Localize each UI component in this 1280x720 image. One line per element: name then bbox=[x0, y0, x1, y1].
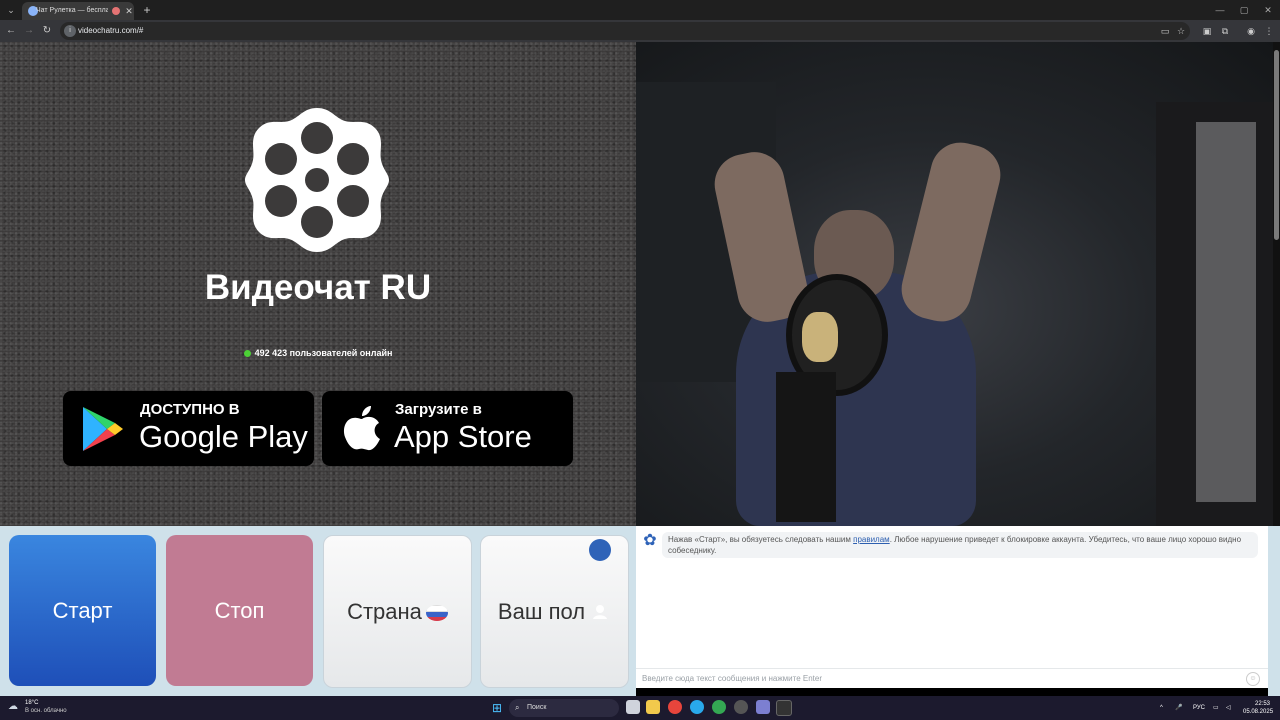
back-icon[interactable]: ← bbox=[4, 24, 18, 38]
minimize-icon[interactable]: — bbox=[1210, 3, 1230, 17]
online-status-icon bbox=[243, 350, 251, 357]
tab-close-icon[interactable]: ✕ bbox=[124, 5, 134, 17]
site-info-icon[interactable]: i bbox=[64, 25, 76, 37]
telegram-icon[interactable] bbox=[690, 700, 704, 714]
profile-icon[interactable]: ◉ bbox=[1244, 24, 1258, 38]
browser-toolbar: ← → ↻ i videochatru.com/# ▭ ☆ ▣ ⧉ ◉ ⋮ bbox=[0, 20, 1280, 42]
new-tab-icon[interactable]: + bbox=[140, 3, 154, 17]
rules-link[interactable]: правилам bbox=[853, 535, 890, 544]
weather-cloud-icon[interactable]: ☁ bbox=[8, 701, 20, 713]
google-play-small-text: ДОСТУПНО В bbox=[140, 401, 240, 418]
emoji-icon[interactable]: ☺ bbox=[1246, 672, 1260, 686]
chat-input[interactable]: Введите сюда текст сообщения и нажмите E… bbox=[636, 668, 1268, 688]
bookmark-star-icon[interactable]: ☆ bbox=[1174, 24, 1188, 38]
terminal-icon[interactable] bbox=[776, 700, 792, 716]
extensions-icon[interactable]: ⧉ bbox=[1218, 24, 1232, 38]
video-mic-stand bbox=[776, 372, 836, 522]
apple-icon bbox=[343, 406, 380, 451]
close-window-icon[interactable]: ✕ bbox=[1258, 3, 1278, 17]
obs-icon[interactable] bbox=[734, 700, 748, 714]
page-scrollbar[interactable] bbox=[1273, 42, 1280, 526]
google-play-icon bbox=[83, 407, 123, 451]
gender-button[interactable]: Ваш пол bbox=[480, 535, 629, 688]
os-taskbar: ☁ 18°C В осн. облачно ⊞ ⌕ Поиск ^ 🎤 РУС … bbox=[0, 696, 1280, 720]
video-person-arm-right bbox=[895, 136, 1007, 328]
taskbar-search-label: Поиск bbox=[527, 704, 547, 711]
menu-icon[interactable]: ⋮ bbox=[1262, 24, 1276, 38]
chrome-icon[interactable] bbox=[668, 700, 682, 714]
windows-start-icon[interactable]: ⊞ bbox=[490, 701, 504, 715]
chat-gutter bbox=[1268, 526, 1280, 696]
maximize-icon[interactable]: ▢ bbox=[1234, 3, 1254, 17]
google-play-button[interactable]: ДОСТУПНО В Google Play bbox=[63, 391, 314, 466]
tab-bar: ⌄ Чат Рулетка — бесплатный ✕ + — ▢ ✕ bbox=[0, 0, 1280, 20]
url-text: videochatru.com/# bbox=[78, 26, 144, 35]
weather-desc: В осн. облачно bbox=[25, 708, 67, 714]
app-icon[interactable] bbox=[756, 700, 770, 714]
keyboard-language[interactable]: РУС bbox=[1193, 704, 1205, 712]
app-store-button[interactable]: Загрузите в App Store bbox=[322, 391, 573, 466]
tab-groups-icon[interactable]: ▣ bbox=[1200, 24, 1214, 38]
clock-time[interactable]: 22:53 bbox=[1255, 700, 1270, 708]
stop-button[interactable]: Стоп bbox=[166, 535, 313, 686]
clock-date[interactable]: 05.08.2025 bbox=[1243, 708, 1273, 716]
tab-search-icon[interactable]: ⌄ bbox=[4, 3, 18, 17]
microphone-icon[interactable]: 🎤 bbox=[1175, 704, 1182, 712]
system-message: Нажав «Старт», вы обязуетесь следовать н… bbox=[662, 532, 1258, 558]
brand-title: Видеочат RU bbox=[204, 268, 432, 307]
chat-panel: ✿ Нажав «Старт», вы обязуетесь следовать… bbox=[636, 526, 1268, 688]
revolver-logo-icon bbox=[245, 108, 389, 252]
tray-chevron-icon[interactable]: ^ bbox=[1160, 704, 1163, 712]
app-store-small-text: Загрузите в bbox=[395, 401, 482, 418]
system-message-icon: ✿ bbox=[643, 532, 657, 549]
file-explorer-icon[interactable] bbox=[646, 700, 660, 714]
forward-icon[interactable]: → bbox=[22, 24, 36, 38]
app-store-big-text: App Store bbox=[394, 419, 532, 454]
taskbar-search[interactable]: ⌕ Поиск bbox=[509, 699, 619, 717]
tab-active[interactable]: Чат Рулетка — бесплатный ✕ bbox=[22, 2, 134, 20]
promo-pane: Видеочат RU 492 423 пользователей онлайн… bbox=[0, 42, 636, 526]
online-count: 492 423 пользователей онлайн bbox=[200, 346, 436, 360]
task-view-icon[interactable] bbox=[626, 700, 640, 714]
weather-temp: 18°C bbox=[25, 700, 39, 706]
start-button[interactable]: Старт bbox=[9, 535, 156, 686]
chrome-profile-icon[interactable] bbox=[712, 700, 726, 714]
search-icon: ⌕ bbox=[515, 703, 520, 712]
scrollbar-thumb[interactable] bbox=[1274, 50, 1279, 240]
volume-icon[interactable]: ◁ bbox=[1226, 704, 1231, 712]
reload-icon[interactable]: ↻ bbox=[40, 24, 54, 38]
country-label: Страна bbox=[347, 599, 422, 624]
video-microphone bbox=[802, 312, 838, 362]
gender-label: Ваш пол bbox=[497, 599, 586, 624]
cast-icon[interactable]: ▭ bbox=[1158, 24, 1172, 38]
country-button[interactable]: Страна bbox=[323, 535, 472, 688]
google-play-big-text: Google Play bbox=[139, 419, 308, 454]
online-count-text: 492 423 пользователей онлайн bbox=[254, 348, 393, 358]
remote-video bbox=[636, 42, 1280, 526]
network-icon[interactable]: ▭ bbox=[1213, 704, 1219, 712]
user-avatar-icon bbox=[589, 539, 612, 619]
russia-flag-icon bbox=[425, 605, 448, 621]
tab-title: Чат Рулетка — бесплатный bbox=[36, 7, 108, 14]
video-hanging-clothes bbox=[1196, 122, 1256, 502]
system-message-text-start: Нажав «Старт», вы обязуетесь следовать н… bbox=[668, 535, 854, 544]
address-bar[interactable]: i videochatru.com/# bbox=[60, 22, 1190, 40]
tab-recording-icon bbox=[112, 7, 120, 15]
browser-chrome: ⌄ Чат Рулетка — бесплатный ✕ + — ▢ ✕ ← →… bbox=[0, 0, 1280, 42]
